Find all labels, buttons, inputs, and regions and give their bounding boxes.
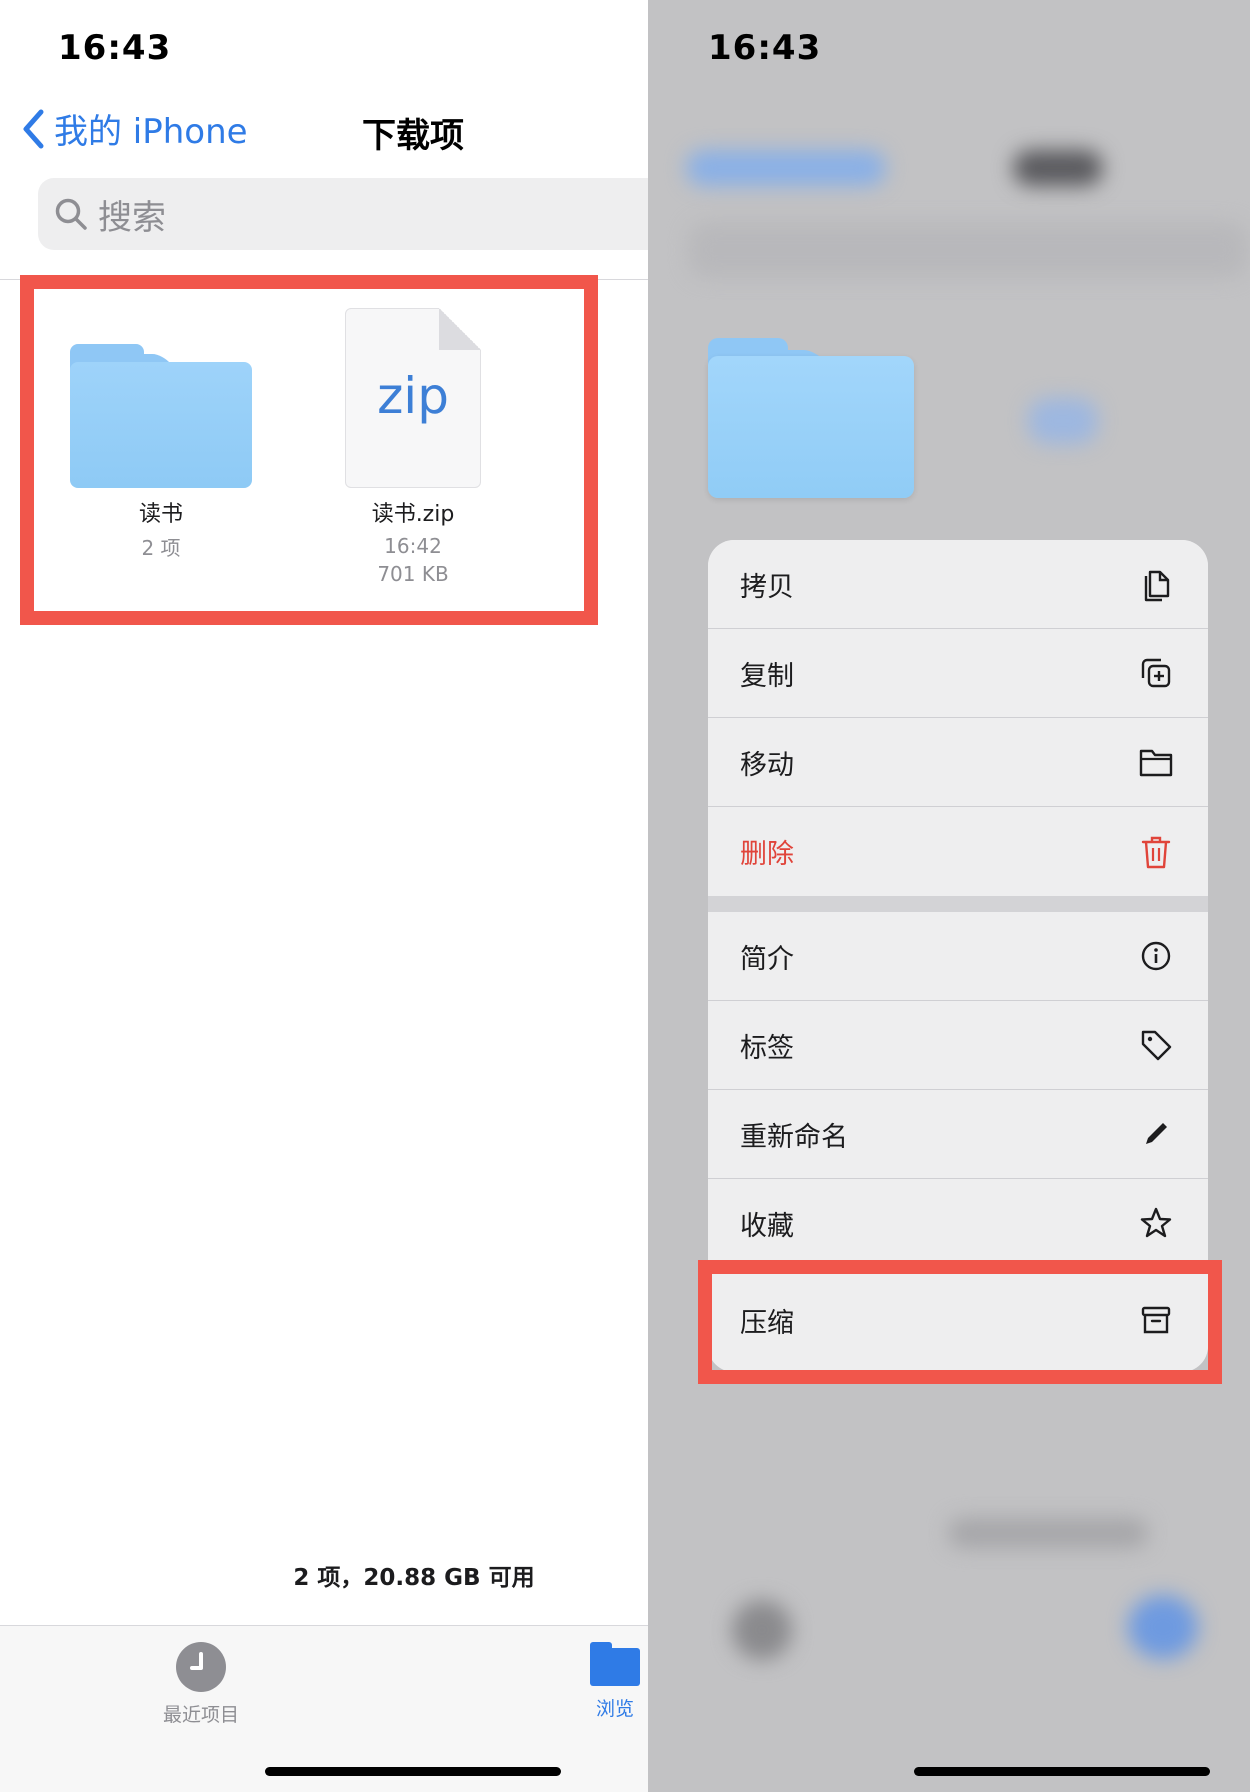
status-bar-time: 16:43 [708,28,822,68]
menu-item-rename[interactable]: 重新命名 [708,1090,1208,1179]
clock-icon [176,1642,226,1692]
menu-item-label: 标签 [740,1032,794,1064]
files-browser-pane: 16:43 我的 iPhone 下载项 搜索 读书 2 项 zip 读书.zip… [0,0,648,1792]
tab-recents[interactable]: 最近项目 [163,1642,239,1727]
menu-item-label: 收藏 [740,1210,794,1242]
copy-icon [1138,566,1174,602]
menu-item-info[interactable]: 简介 [708,912,1208,1001]
menu-item-delete[interactable]: 删除 [708,807,1208,896]
search-placeholder: 搜索 [98,197,166,238]
menu-item-favorite[interactable]: 收藏 [708,1179,1208,1268]
back-button[interactable]: 我的 iPhone [22,104,248,153]
home-indicator [914,1767,1210,1776]
menu-item-label: 移动 [740,749,794,781]
pencil-icon [1138,1116,1174,1152]
menu-item-duplicate[interactable]: 复制 [708,629,1208,718]
info-icon [1138,938,1174,974]
menu-item-copy[interactable]: 拷贝 [708,540,1208,629]
status-bar-time: 16:43 [58,28,172,68]
folder-icon [590,1642,640,1686]
menu-item-label: 拷贝 [740,571,794,603]
context-menu: 拷贝 复制 移动 删除 简介 标签 重新命名 收藏 压缩 [708,540,1208,1372]
blurred-back-button [686,150,886,186]
blurred-title [1013,150,1103,186]
menu-item-move[interactable]: 移动 [708,718,1208,807]
page-title: 下载项 [362,116,464,156]
home-indicator [265,1767,561,1776]
tag-icon [1138,1027,1174,1063]
tab-label: 最近项目 [163,1704,240,1726]
blurred-recent-tab [732,1600,792,1660]
blurred-zip [1028,398,1098,444]
menu-item-label: 简介 [740,943,794,975]
storage-info: 2 项，20.88 GB 可用 [293,1565,535,1591]
menu-item-tags[interactable]: 标签 [708,1001,1208,1090]
search-field[interactable]: 搜索 [38,178,648,250]
blurred-storage [948,1518,1148,1548]
menu-item-label: 复制 [740,660,794,692]
highlight-box-compress [698,1260,1222,1384]
menu-item-label: 删除 [740,839,794,870]
folder-icon [1138,744,1174,780]
tab-bar: 最近项目 浏览 [0,1625,648,1792]
star-icon [1138,1205,1174,1241]
blurred-search [688,222,1248,278]
chevron-left-icon [23,109,44,148]
menu-group-separator [708,896,1208,912]
trash-icon [1138,834,1174,870]
context-menu-pane: 16:43 拷贝 复制 移动 删除 简介 标签 重新命名 收藏 压缩 [648,0,1250,1792]
tab-browse[interactable]: 浏览 [590,1642,640,1721]
blurred-browse-tab [1128,1595,1198,1659]
tab-label: 浏览 [595,1698,634,1720]
folder-icon [708,338,914,498]
highlight-box-files [20,275,598,625]
search-icon [55,198,87,230]
duplicate-icon [1138,655,1174,691]
back-button-label: 我的 iPhone [54,112,248,152]
menu-item-label: 重新命名 [740,1121,848,1153]
